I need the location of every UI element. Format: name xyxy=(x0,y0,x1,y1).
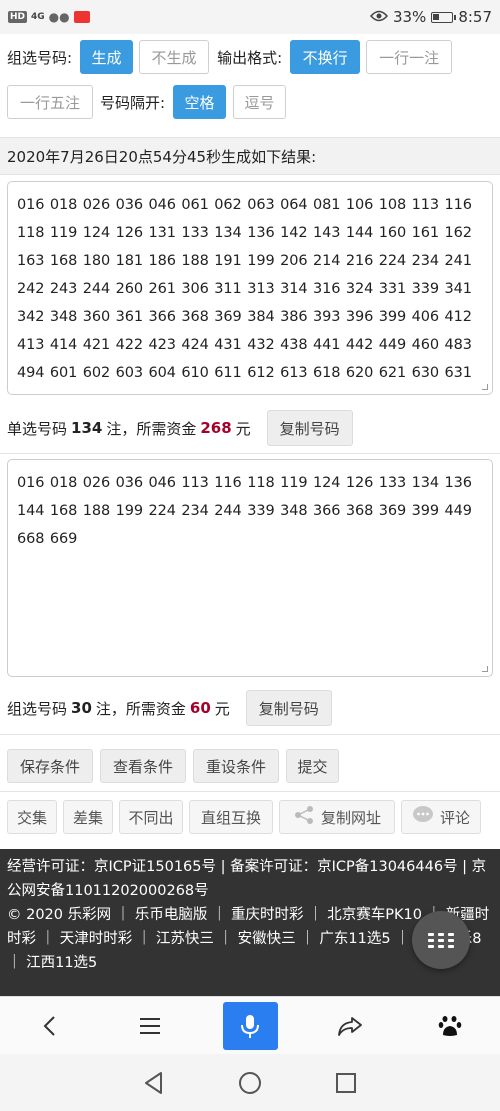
wechat-icon: ●● xyxy=(48,10,70,24)
group-money: 60 xyxy=(189,699,211,717)
battery-percent: 33% xyxy=(392,8,427,26)
status-bar: HD 4G ●● 33% 8:57 xyxy=(0,0,500,34)
group-numbers-textarea[interactable]: 016 018 026 036 046 113 116 118 119 124 … xyxy=(7,459,493,677)
back-arrow-icon xyxy=(43,1015,55,1036)
comment-icon xyxy=(412,805,434,829)
single-summary-suffix: 元 xyxy=(235,419,251,438)
system-recents-icon[interactable] xyxy=(333,1070,359,1096)
hd-icon: HD xyxy=(8,11,28,23)
page-content: 组选号码: 生成 不生成 输出格式: 不换行 一行一注 一行五注 号码隔开: 空… xyxy=(0,34,500,996)
clock: 8:57 xyxy=(458,8,492,26)
grid-icon xyxy=(428,932,454,948)
app-icon xyxy=(73,11,90,23)
group-count: 30 xyxy=(71,699,92,717)
output-format-label: 输出格式: xyxy=(217,48,283,67)
menu-icon xyxy=(140,1017,160,1034)
back-button[interactable] xyxy=(23,1002,78,1050)
resize-handle[interactable] xyxy=(482,384,488,390)
comment-label: 评论 xyxy=(440,808,471,827)
license-text: 经营许可证：京ICP证150165号 | 备案许可证：京ICP备13046446… xyxy=(7,859,487,899)
system-back-icon[interactable] xyxy=(141,1070,167,1096)
group-numbers-text: 016 018 026 036 046 113 116 118 119 124 … xyxy=(17,475,472,547)
single-money: 268 xyxy=(200,419,232,437)
view-conditions-button[interactable]: 查看条件 xyxy=(100,749,186,783)
copy-group-button[interactable]: 复制号码 xyxy=(245,690,332,726)
one-per-line-button[interactable]: 一行一注 xyxy=(366,40,453,74)
five-per-line-button[interactable]: 一行五注 xyxy=(7,85,93,119)
save-conditions-button[interactable]: 保存条件 xyxy=(7,749,93,783)
single-numbers-text: 016 018 026 036 046 061 062 063 064 081 … xyxy=(17,197,472,381)
battery-icon xyxy=(431,11,457,23)
browser-toolbar xyxy=(0,996,500,1054)
submit-button[interactable]: 提交 xyxy=(286,749,339,783)
separator-label: 号码隔开: xyxy=(100,93,166,112)
single-summary-mid: 注，所需资金 xyxy=(106,419,197,438)
single-summary: 单选号码 134 注，所需资金 268 元 复制号码 xyxy=(7,409,353,447)
result-header: 2020年7月26日20点54分45秒生成如下结果: xyxy=(0,137,500,175)
system-navigation xyxy=(0,1054,500,1111)
share-icon xyxy=(293,805,315,829)
baidu-paw-icon xyxy=(438,1015,462,1036)
reset-conditions-button[interactable]: 重设条件 xyxy=(193,749,279,783)
group-summary-prefix: 组选号码 xyxy=(7,699,68,718)
space-separator-button[interactable]: 空格 xyxy=(173,85,227,119)
no-generate-button[interactable]: 不生成 xyxy=(139,40,210,74)
network-icon: 4G xyxy=(31,12,45,22)
floating-menu-button[interactable] xyxy=(412,911,470,969)
group-option-label: 组选号码: xyxy=(7,48,73,67)
copy-single-button[interactable]: 复制号码 xyxy=(266,410,353,446)
menu-button[interactable] xyxy=(123,1002,178,1050)
divider xyxy=(0,734,500,735)
single-summary-prefix: 单选号码 xyxy=(7,419,68,438)
comma-separator-button[interactable]: 逗号 xyxy=(233,85,287,119)
copy-url-button[interactable]: 复制网址 xyxy=(279,800,395,834)
generate-button[interactable]: 生成 xyxy=(80,40,134,74)
comment-button[interactable]: 评论 xyxy=(401,800,481,834)
resize-handle[interactable] xyxy=(482,666,488,672)
divider xyxy=(0,453,500,454)
system-home-icon[interactable] xyxy=(237,1070,263,1096)
difference-button[interactable]: 差集 xyxy=(63,800,113,834)
group-summary: 组选号码 30 注，所需资金 60 元 复制号码 xyxy=(7,689,332,727)
group-summary-suffix: 元 xyxy=(214,699,230,718)
single-count: 134 xyxy=(71,419,103,437)
divider xyxy=(0,791,500,792)
eye-icon xyxy=(369,8,388,26)
swap-button[interactable]: 直组互换 xyxy=(189,800,273,834)
microphone-icon xyxy=(241,1014,259,1038)
no-wrap-button[interactable]: 不换行 xyxy=(290,40,361,74)
voice-button[interactable] xyxy=(222,1001,278,1050)
baidu-button[interactable] xyxy=(423,1002,478,1050)
share-button[interactable] xyxy=(323,1002,378,1050)
intersect-button[interactable]: 交集 xyxy=(7,800,57,834)
group-summary-mid: 注，所需资金 xyxy=(95,699,186,718)
single-numbers-textarea[interactable]: 016 018 026 036 046 061 062 063 064 081 … xyxy=(7,181,493,395)
share-arrow-icon xyxy=(338,1016,362,1036)
not-same-button[interactable]: 不同出 xyxy=(119,800,183,834)
copy-url-label: 复制网址 xyxy=(320,808,381,827)
